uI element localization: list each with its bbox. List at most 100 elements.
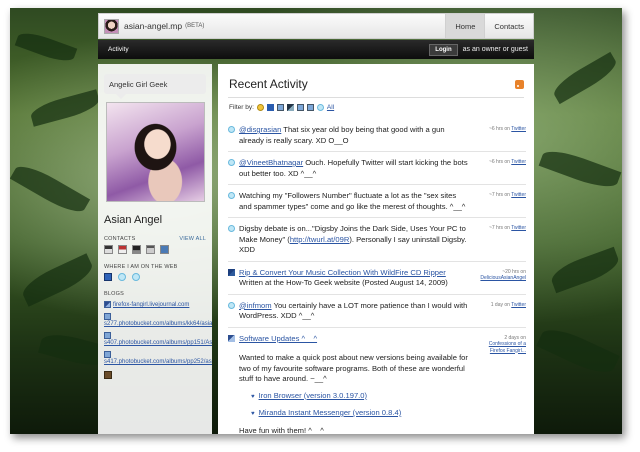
miranda-link[interactable]: Miranda Instant Messenger (version 0.8.4… xyxy=(259,408,402,417)
delicious-icon xyxy=(228,268,235,276)
entry-text: @infmom You certainly have a LOT more pa… xyxy=(239,300,468,321)
web-services xyxy=(104,273,206,281)
blog-filter-icon[interactable] xyxy=(286,104,294,111)
profile-name: Asian Angel xyxy=(104,214,163,226)
twitter-icon xyxy=(228,225,235,232)
source-link[interactable]: Twitter xyxy=(511,126,526,132)
page-title: Recent Activity xyxy=(229,77,308,91)
post-outro: Have fun with them! ^__^ xyxy=(239,425,324,435)
iron-browser-link[interactable]: Iron Browser (version 3.0.197.0) xyxy=(259,391,367,400)
user-mention-link[interactable]: @disgrasian xyxy=(239,125,281,134)
feed-entry: Watching my "Followers Number" fluctuate… xyxy=(228,185,526,218)
blog-item: s277.photobucket.com/albums/kk64/asian xyxy=(104,312,212,327)
activity-feed: @disgrasian That six year old boy being … xyxy=(218,111,534,434)
user-mention-link[interactable]: @infmom xyxy=(239,301,272,310)
beta-badge: (BETA) xyxy=(185,23,205,29)
nav-contacts[interactable]: Contacts xyxy=(484,14,533,38)
twitter-filter-icon[interactable] xyxy=(316,104,324,111)
photobucket-icon xyxy=(104,351,111,359)
profile-tagline: Angelic Girl Geek xyxy=(104,74,206,94)
list-item: Iron Browser (version 3.0.197.0) xyxy=(251,391,470,403)
twitter-icon xyxy=(228,192,235,199)
top-bar: asian-angel.mp (BETA) Home Contacts xyxy=(98,13,534,39)
tab-activity[interactable]: Activity xyxy=(108,46,129,53)
entry-meta: 2 days on Confessions of a Firefox Fangir… xyxy=(488,334,526,354)
contacts-heading: CONTACTS VIEW ALL xyxy=(104,236,206,242)
top-nav: Home Contacts xyxy=(445,14,533,38)
view-all-link[interactable]: VIEW ALL xyxy=(179,236,206,242)
tagline-pointer xyxy=(116,94,126,99)
feed-entry: @disgrasian That six year old boy being … xyxy=(228,119,526,152)
entry-meta: ~20 hrs on DeliciousAsianAngel xyxy=(480,268,526,282)
source-link[interactable]: Twitter xyxy=(511,225,526,231)
delicious-filter-icon[interactable] xyxy=(266,104,274,111)
blog-link[interactable]: firefox-fangirl.livejournal.com xyxy=(104,301,206,308)
source-link[interactable]: Twitter xyxy=(511,159,526,165)
feed-entry: @VineetBhatnagar Ouch. Hopefully Twitter… xyxy=(228,152,526,185)
delicious-icon[interactable] xyxy=(104,273,112,281)
site-avatar[interactable] xyxy=(104,18,119,34)
pencil-icon xyxy=(228,334,235,342)
user-mention-link[interactable]: @VineetBhatnagar xyxy=(239,158,303,167)
blog-item: firefox-fangirl.livejournal.com xyxy=(104,301,206,308)
photobucket-filter-icon[interactable] xyxy=(296,104,304,111)
feed-entry: @infmom You certainly have a LOT more pa… xyxy=(228,295,526,328)
entry-meta: ~7 hrs on Twitter xyxy=(488,225,526,231)
blog-link[interactable]: s277.photobucket.com/albums/kk64/asian xyxy=(104,321,212,327)
source-link[interactable]: Twitter xyxy=(511,302,526,308)
entry-text: Digsby debate is on..."Digsby Joins the … xyxy=(239,224,467,254)
login-button[interactable]: Login xyxy=(429,43,458,56)
twitter-icon xyxy=(228,159,235,166)
blog-item: s417.photobucket.com/albums/pp252/asian xyxy=(104,350,212,365)
blogs-heading-label: BLOGS xyxy=(104,291,124,297)
entry-meta: ~6 hrs on Twitter xyxy=(488,126,526,132)
filter-bar: Filter by: All xyxy=(218,98,534,111)
list-item: Miranda Instant Messenger (version 0.8.4… xyxy=(251,408,470,420)
post-title-link[interactable]: Software Updates ^__^ xyxy=(239,334,317,343)
short-url-link[interactable]: http://twurl.at/09R xyxy=(290,235,350,244)
source-link[interactable]: Twitter xyxy=(511,192,526,198)
twitter-icon[interactable] xyxy=(132,273,140,281)
contacts-list xyxy=(104,245,206,254)
blog-link[interactable]: s417.photobucket.com/albums/pp252/asian xyxy=(104,359,212,365)
profile-sidebar: Angelic Girl Geek Asian Angel CONTACTS V… xyxy=(98,64,212,434)
site-name[interactable]: asian-angel.mp xyxy=(124,21,182,31)
feed-entry: Rip & Convert Your Music Collection With… xyxy=(228,262,526,295)
contact-avatar[interactable] xyxy=(118,245,127,254)
pencil-icon xyxy=(104,301,111,308)
source-link[interactable]: Confessions of a Firefox Fangirl... xyxy=(489,341,526,354)
entry-text: @VineetBhatnagar Ouch. Hopefully Twitter… xyxy=(239,158,468,178)
profile-photo xyxy=(106,102,205,202)
post-link-list: Iron Browser (version 3.0.197.0) Miranda… xyxy=(251,391,470,420)
entry-text: Watching my "Followers Number" fluctuate… xyxy=(239,191,466,211)
blog-link[interactable]: s407.photobucket.com/albums/pp151/Asi xyxy=(104,340,212,346)
filter-all-link[interactable]: All xyxy=(327,104,334,111)
nav-home[interactable]: Home xyxy=(445,14,485,38)
photobucket-filter-icon[interactable] xyxy=(276,104,284,111)
activity-header: Recent Activity xyxy=(218,64,534,91)
feed-entry: Software Updates ^__^ Wanted to make a q… xyxy=(228,328,526,435)
entry-text: @disgrasian That six year old boy being … xyxy=(239,125,445,145)
photobucket-icon xyxy=(104,332,111,340)
bookmark-link[interactable]: Rip & Convert Your Music Collection With… xyxy=(239,268,446,277)
photobucket-icon xyxy=(104,313,111,321)
contact-avatar[interactable] xyxy=(132,245,141,254)
source-link[interactable]: DeliciousAsianAngel xyxy=(480,275,526,281)
blog-icon[interactable] xyxy=(104,371,112,380)
activity-panel: Recent Activity Filter by: All @disgrasi… xyxy=(218,64,534,434)
feed-entry: Digsby debate is on..."Digsby Joins the … xyxy=(228,218,526,262)
contact-avatar[interactable] xyxy=(146,245,155,254)
rss-icon[interactable] xyxy=(515,79,524,89)
web-heading: WHERE I AM ON THE WEB xyxy=(104,264,206,270)
photobucket-filter-icon[interactable] xyxy=(306,104,314,111)
smiley-filter-icon[interactable] xyxy=(256,104,264,111)
guest-text: as an owner or guest xyxy=(462,46,528,53)
sub-nav-bar: Activity Login as an owner or guest xyxy=(98,40,534,59)
twitter-icon[interactable] xyxy=(118,273,126,281)
contact-avatar[interactable] xyxy=(104,245,113,254)
entry-meta: ~6 hrs on Twitter xyxy=(488,159,526,165)
contacts-heading-label: CONTACTS xyxy=(104,236,136,242)
post-intro: Wanted to make a quick post about new ve… xyxy=(239,353,468,383)
contact-avatar[interactable] xyxy=(160,245,169,254)
blogs-heading: BLOGS xyxy=(104,291,206,297)
